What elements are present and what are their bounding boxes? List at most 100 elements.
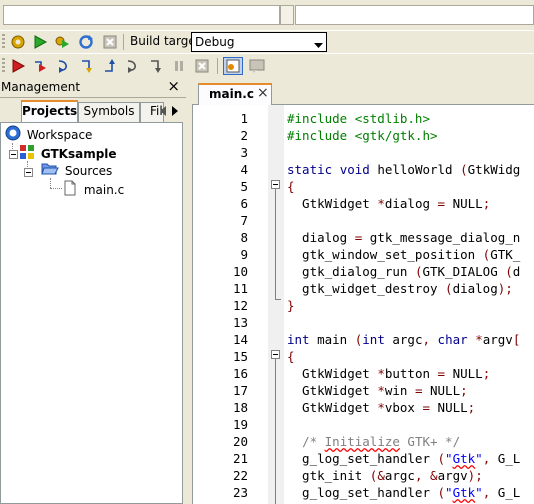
management-title: Management	[1, 80, 81, 94]
close-icon[interactable]: ×	[257, 85, 269, 101]
fold-line	[275, 359, 276, 504]
debug-start-icon[interactable]	[9, 57, 27, 75]
toolbar-separator	[217, 58, 218, 74]
tab-scroll-right-icon[interactable]	[170, 105, 180, 117]
build-toolbar: Build target: Debug	[0, 30, 534, 54]
fold-margin	[268, 105, 284, 504]
tree-project-label: GTKsample	[40, 146, 117, 161]
code-line: GtkWidget *vbox = NULL;	[287, 400, 476, 415]
chevron-down-icon[interactable]	[314, 38, 323, 52]
line-number: 12	[232, 298, 248, 313]
step-out-icon[interactable]	[101, 57, 119, 75]
debugging-windows-icon[interactable]	[223, 57, 243, 75]
code-line: int main (int argc, char *argv[	[287, 332, 521, 347]
line-number: 23	[232, 485, 248, 500]
editor-tab-label: main.c	[209, 87, 254, 101]
line-number: 14	[232, 332, 248, 347]
run-icon[interactable]	[31, 33, 49, 51]
build-target-select[interactable]: Debug	[191, 32, 327, 52]
top-left-dropdown[interactable]	[280, 5, 294, 25]
line-number: 1	[240, 111, 248, 126]
toolbar-grip[interactable]	[2, 58, 5, 74]
tab-symbols[interactable]: Symbols	[78, 102, 140, 122]
fold-toggle-icon[interactable]	[271, 180, 280, 189]
line-number: 19	[232, 417, 248, 432]
line-number: 13	[232, 315, 248, 330]
tree-folder-sources[interactable]: Sources	[41, 162, 112, 179]
stop-debugger-icon[interactable]	[193, 57, 211, 75]
line-number: 15	[232, 349, 248, 364]
tree-project[interactable]: GTKsample	[19, 144, 117, 163]
tree-line	[50, 188, 62, 189]
run-to-cursor-icon[interactable]	[32, 57, 50, 75]
management-tabs: Projects Symbols File	[0, 100, 186, 122]
top-right-input[interactable]	[295, 5, 534, 25]
code-line: gtk_init (&argc, &argv);	[287, 468, 483, 483]
tab-symbols-label: Symbols	[83, 104, 135, 118]
tree-file-main-c[interactable]: main.c	[64, 180, 124, 199]
line-number: 22	[232, 468, 248, 483]
close-icon[interactable]: ×	[167, 77, 180, 95]
fold-toggle-icon[interactable]	[271, 350, 280, 359]
collapse-toggle-icon[interactable]	[24, 168, 33, 177]
next-instruction-icon[interactable]	[124, 57, 142, 75]
line-number: 10	[232, 264, 248, 279]
step-into-icon[interactable]	[78, 57, 96, 75]
tab-scroll-left-icon[interactable]	[158, 105, 168, 117]
line-number: 11	[232, 281, 248, 296]
line-number: 16	[232, 366, 248, 381]
tab-projects-label: Projects	[22, 104, 78, 118]
build-target-value: Debug	[195, 35, 235, 49]
various-info-icon[interactable]	[248, 57, 266, 75]
line-number: 9	[240, 247, 248, 262]
code-line: }	[287, 298, 295, 313]
line-number: 5	[240, 179, 248, 194]
code-line: /* Initialize GTK+ */	[302, 434, 461, 449]
code-line: g_log_set_handler ("Gtk", G_L	[287, 451, 521, 466]
top-left-input[interactable]	[3, 5, 280, 25]
code-line: gtk_widget_destroy (dialog);	[287, 281, 513, 296]
code-line: {	[287, 349, 295, 364]
editor-tab-main-c[interactable]: main.c ×	[198, 83, 272, 105]
file-icon	[64, 180, 76, 199]
code-line: static void helloWorld (GtkWidg	[287, 162, 521, 177]
debug-toolbar	[0, 53, 534, 79]
code-line: GtkWidget *button = NULL;	[287, 366, 491, 381]
line-number: 7	[240, 213, 248, 228]
tree-folder-label: Sources	[64, 163, 113, 178]
line-number: 3	[240, 145, 248, 160]
step-instruction-icon[interactable]	[147, 57, 165, 75]
code-line: #include <gtk/gtk.h>	[287, 128, 438, 143]
fold-line	[275, 189, 276, 299]
tree-line	[50, 178, 51, 188]
code-line: {	[287, 179, 295, 194]
abort-icon[interactable]	[101, 33, 119, 51]
folder-open-icon	[41, 162, 59, 179]
build-gear-icon[interactable]	[9, 33, 27, 51]
management-panel: Management × Projects Symbols File Works…	[0, 77, 186, 504]
toolbar-grip[interactable]	[2, 34, 5, 50]
pause-icon[interactable]	[170, 57, 188, 75]
line-number: 20	[232, 434, 248, 449]
collapse-toggle-icon[interactable]	[9, 150, 18, 159]
management-title-bar: Management ×	[0, 77, 186, 98]
tree-workspace[interactable]: Workspace	[5, 125, 92, 144]
line-number: 2	[240, 128, 248, 143]
tree-workspace-label: Workspace	[26, 127, 93, 142]
line-number: 17	[232, 383, 248, 398]
code-line: gtk_window_set_position (GTK_	[287, 247, 521, 262]
fold-line	[275, 299, 281, 300]
code-line: #include <stdlib.h>	[287, 111, 430, 126]
toolbar-separator	[123, 34, 124, 50]
editor-tab-bar: main.c ×	[192, 78, 534, 105]
next-line-icon[interactable]	[55, 57, 73, 75]
tree-file-label: main.c	[83, 182, 125, 197]
code-line: GtkWidget *dialog = NULL;	[287, 196, 491, 211]
build-and-run-icon[interactable]	[53, 33, 71, 51]
line-number: 21	[232, 451, 248, 466]
line-number: 4	[240, 162, 248, 177]
tab-projects[interactable]: Projects	[21, 100, 78, 122]
rebuild-icon[interactable]	[77, 33, 95, 51]
line-number: 6	[240, 196, 248, 211]
project-tree: Workspace GTKsample Sources main.c	[0, 122, 183, 504]
